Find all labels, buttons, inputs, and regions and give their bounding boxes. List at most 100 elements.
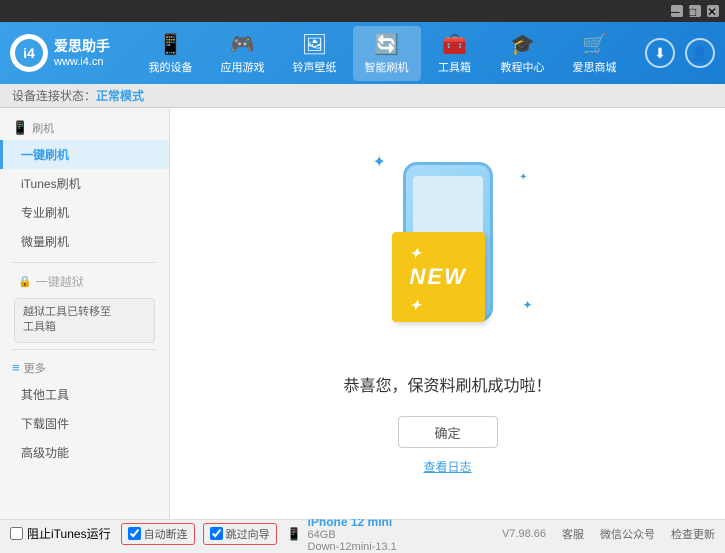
device-info-area: 📱 iPhone 12 mini 64GB Down-12mini-13.1 bbox=[287, 515, 397, 553]
logo-icon: i4 bbox=[15, 39, 43, 67]
device-model: Down-12mini-13.1 bbox=[308, 541, 397, 553]
new-badge-text: NEW bbox=[410, 264, 467, 289]
sidebar-section-flash: 📱 刷机 bbox=[0, 116, 169, 140]
nav-smart-flash[interactable]: 🔄 智能刷机 bbox=[353, 26, 421, 81]
auto-disconnect-checkbox-item[interactable]: 自动断连 bbox=[121, 523, 195, 545]
flash-section-label: 刷机 bbox=[32, 120, 54, 136]
wallpaper-label: 铃声壁纸 bbox=[293, 59, 337, 75]
download-button[interactable]: ⬇ bbox=[645, 38, 675, 68]
stop-itunes-label: 阻止iTunes运行 bbox=[27, 525, 111, 542]
sidebar-divider-1 bbox=[12, 262, 157, 263]
sidebar: 📱 刷机 一键刷机 iTunes刷机 专业刷机 微量刷机 🔒 一键越狱 越狱工具… bbox=[0, 108, 170, 519]
statusbar-right: V7.98.66 客服 微信公众号 检查更新 bbox=[502, 526, 715, 542]
user-button[interactable]: 👤 bbox=[685, 38, 715, 68]
nav-wallpaper[interactable]: 🖼 铃声壁纸 bbox=[281, 26, 349, 81]
jailbreak-note-text: 越狱工具已转移至工具箱 bbox=[23, 306, 111, 333]
sparkle-2: ✦ bbox=[519, 172, 527, 183]
nav-items: 📱 我的设备 🎮 应用游戏 🖼 铃声壁纸 🔄 智能刷机 🧰 工具箱 🎓 教程中心… bbox=[120, 26, 645, 81]
pro-flash-label: 专业刷机 bbox=[21, 206, 69, 220]
shop-label: 爱思商城 bbox=[573, 59, 617, 75]
sidebar-divider-2 bbox=[12, 349, 157, 350]
jailbreak-note: 越狱工具已转移至工具箱 bbox=[14, 298, 155, 343]
logo-area: i4 爱思助手 www.i4.cn bbox=[10, 34, 120, 72]
titlebar: ─ □ ✕ bbox=[0, 0, 725, 22]
nav-apps-games[interactable]: 🎮 应用游戏 bbox=[209, 26, 277, 81]
success-message: 恭喜您，保资料刷机成功啦！ bbox=[343, 372, 551, 396]
tutorial-label: 教程中心 bbox=[501, 59, 545, 75]
device-storage: 64GB bbox=[308, 529, 397, 541]
more-section-icon: ≡ bbox=[12, 360, 20, 375]
minimize-button[interactable]: ─ bbox=[671, 5, 683, 17]
app-url: www.i4.cn bbox=[54, 55, 110, 69]
checkboxes-row: 自动断连 跳过向导 bbox=[121, 523, 277, 545]
nav-toolbox[interactable]: 🧰 工具箱 bbox=[425, 26, 485, 81]
device-phone-icon: 📱 bbox=[287, 527, 302, 541]
content-area: ✦ ✦ ✦ NEW 恭喜您，保资料刷机成功啦！ 确定 查看日志 bbox=[170, 108, 725, 519]
other-tools-label: 其他工具 bbox=[21, 388, 69, 402]
apps-games-icon: 🎮 bbox=[230, 32, 255, 57]
itunes-flash-label: iTunes刷机 bbox=[21, 177, 81, 191]
tutorial-icon: 🎓 bbox=[510, 32, 535, 57]
auto-disconnect-label: 自动断连 bbox=[144, 526, 188, 542]
sidebar-section-more: ≡ 更多 bbox=[0, 356, 169, 380]
sidebar-section-jailbreak: 🔒 一键越狱 bbox=[0, 269, 169, 294]
check-update-link[interactable]: 检查更新 bbox=[671, 526, 715, 542]
logo-circle: i4 bbox=[10, 34, 48, 72]
sidebar-item-pro-flash[interactable]: 专业刷机 bbox=[0, 198, 169, 227]
advanced-label: 高级功能 bbox=[21, 446, 69, 460]
flash-section-icon: 📱 bbox=[12, 120, 28, 136]
apps-games-label: 应用游戏 bbox=[221, 59, 265, 75]
more-section-label: 更多 bbox=[24, 360, 46, 376]
jailbreak-label: 一键越狱 bbox=[36, 273, 84, 290]
toolbox-label: 工具箱 bbox=[438, 59, 471, 75]
my-device-label: 我的设备 bbox=[149, 59, 193, 75]
nav-shop[interactable]: 🛒 爱思商城 bbox=[561, 26, 629, 81]
micro-flash-label: 微量刷机 bbox=[21, 235, 69, 249]
statusbar: 阻止iTunes运行 自动断连 跳过向导 📱 iPhone 12 mini 64… bbox=[0, 519, 725, 547]
sidebar-item-advanced[interactable]: 高级功能 bbox=[0, 438, 169, 467]
new-badge: NEW bbox=[392, 232, 485, 322]
main-layout: 📱 刷机 一键刷机 iTunes刷机 专业刷机 微量刷机 🔒 一键越狱 越狱工具… bbox=[0, 108, 725, 519]
skip-wizard-label: 跳过向导 bbox=[226, 526, 270, 542]
sidebar-item-micro-flash[interactable]: 微量刷机 bbox=[0, 227, 169, 256]
device-status-bar: 设备连接状态： 正常模式 bbox=[0, 84, 725, 108]
skip-wizard-checkbox-item[interactable]: 跳过向导 bbox=[203, 523, 277, 545]
stop-itunes-checkbox[interactable] bbox=[10, 527, 23, 540]
header-right: ⬇ 👤 bbox=[645, 38, 715, 68]
wechat-official-link[interactable]: 微信公众号 bbox=[600, 526, 655, 542]
statusbar-left: 阻止iTunes运行 自动断连 跳过向导 📱 iPhone 12 mini 64… bbox=[10, 515, 397, 553]
confirm-button[interactable]: 确定 bbox=[398, 416, 498, 448]
illustration: ✦ ✦ ✦ NEW bbox=[358, 152, 538, 352]
sparkle-1: ✦ bbox=[373, 152, 386, 172]
nav-tutorial[interactable]: 🎓 教程中心 bbox=[489, 26, 557, 81]
close-button[interactable]: ✕ bbox=[707, 5, 719, 17]
my-device-icon: 📱 bbox=[158, 32, 183, 57]
sidebar-item-download-firmware[interactable]: 下载固件 bbox=[0, 409, 169, 438]
stop-itunes-area: 阻止iTunes运行 bbox=[10, 525, 111, 542]
skip-wizard-checkbox[interactable] bbox=[210, 527, 223, 540]
logo-text: 爱思助手 www.i4.cn bbox=[54, 37, 110, 69]
customer-service-link[interactable]: 客服 bbox=[562, 526, 584, 542]
sidebar-item-one-click-flash[interactable]: 一键刷机 bbox=[0, 140, 169, 169]
back-today-link[interactable]: 查看日志 bbox=[423, 458, 471, 475]
sparkle-3: ✦ bbox=[522, 298, 532, 312]
device-status-label: 设备连接状态： bbox=[12, 87, 96, 104]
sidebar-item-itunes-flash[interactable]: iTunes刷机 bbox=[0, 169, 169, 198]
auto-disconnect-checkbox[interactable] bbox=[128, 527, 141, 540]
sidebar-item-other-tools[interactable]: 其他工具 bbox=[0, 380, 169, 409]
version-label: V7.98.66 bbox=[502, 528, 546, 540]
device-details: iPhone 12 mini 64GB Down-12mini-13.1 bbox=[308, 515, 397, 553]
nav-my-device[interactable]: 📱 我的设备 bbox=[137, 26, 205, 81]
lock-icon: 🔒 bbox=[18, 275, 32, 288]
header: i4 爱思助手 www.i4.cn 📱 我的设备 🎮 应用游戏 🖼 铃声壁纸 🔄… bbox=[0, 22, 725, 84]
maximize-button[interactable]: □ bbox=[689, 5, 701, 17]
device-status-value: 正常模式 bbox=[96, 87, 144, 104]
shop-icon: 🛒 bbox=[582, 32, 607, 57]
smart-flash-icon: 🔄 bbox=[374, 32, 399, 57]
toolbox-icon: 🧰 bbox=[442, 32, 467, 57]
app-name: 爱思助手 bbox=[54, 37, 110, 55]
download-firmware-label: 下载固件 bbox=[21, 417, 69, 431]
wallpaper-icon: 🖼 bbox=[302, 32, 327, 57]
one-click-flash-label: 一键刷机 bbox=[21, 148, 69, 162]
smart-flash-label: 智能刷机 bbox=[365, 59, 409, 75]
